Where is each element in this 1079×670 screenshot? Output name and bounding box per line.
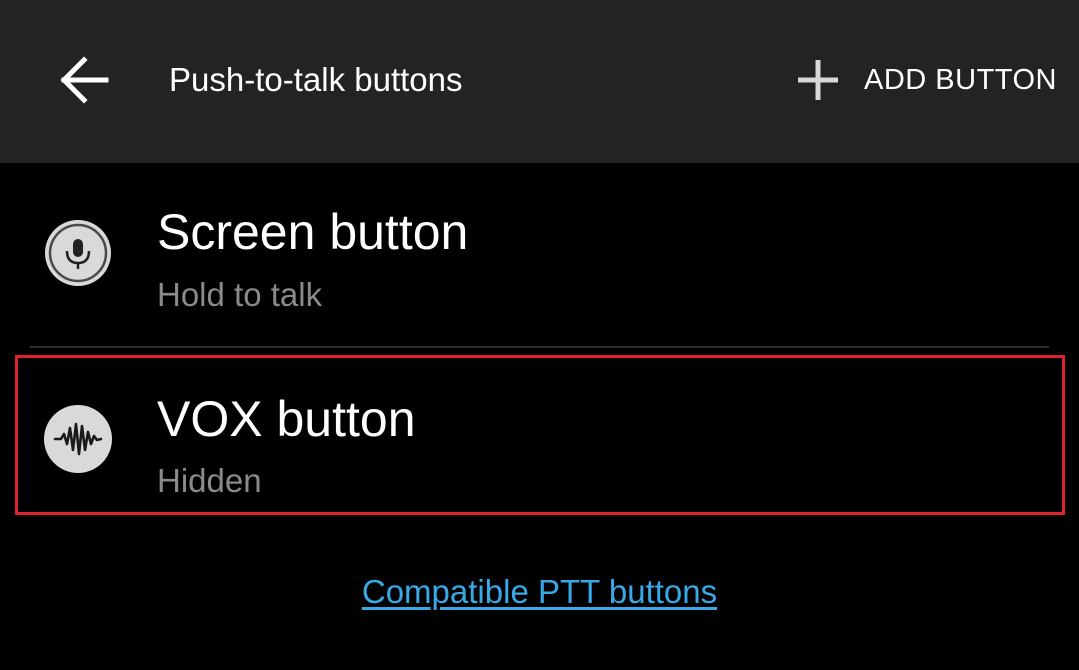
divider [30,346,1049,348]
app-bar: Push-to-talk buttons ADD BUTTON [0,0,1079,163]
item-title: VOX button [157,391,416,447]
arrow-left-icon [60,56,109,104]
list-item-screen-button[interactable]: Screen button Hold to talk [17,180,1062,340]
compatible-ptt-buttons-link[interactable]: Compatible PTT buttons [362,573,717,610]
item-title: Screen button [157,204,469,260]
list-item-vox-button[interactable]: VOX button Hidden [17,356,1062,511]
page-title: Push-to-talk buttons [169,61,463,98]
microphone-icon [43,218,113,288]
add-button[interactable]: ADD BUTTON [794,52,1057,108]
item-subtitle: Hold to talk [157,276,323,313]
waveform-icon [43,404,113,474]
item-subtitle: Hidden [157,462,262,499]
plus-icon [794,56,842,104]
add-button-label: ADD BUTTON [864,63,1057,96]
back-button[interactable] [54,50,114,110]
compatible-ptt-buttons-link-container: Compatible PTT buttons [0,570,1079,614]
